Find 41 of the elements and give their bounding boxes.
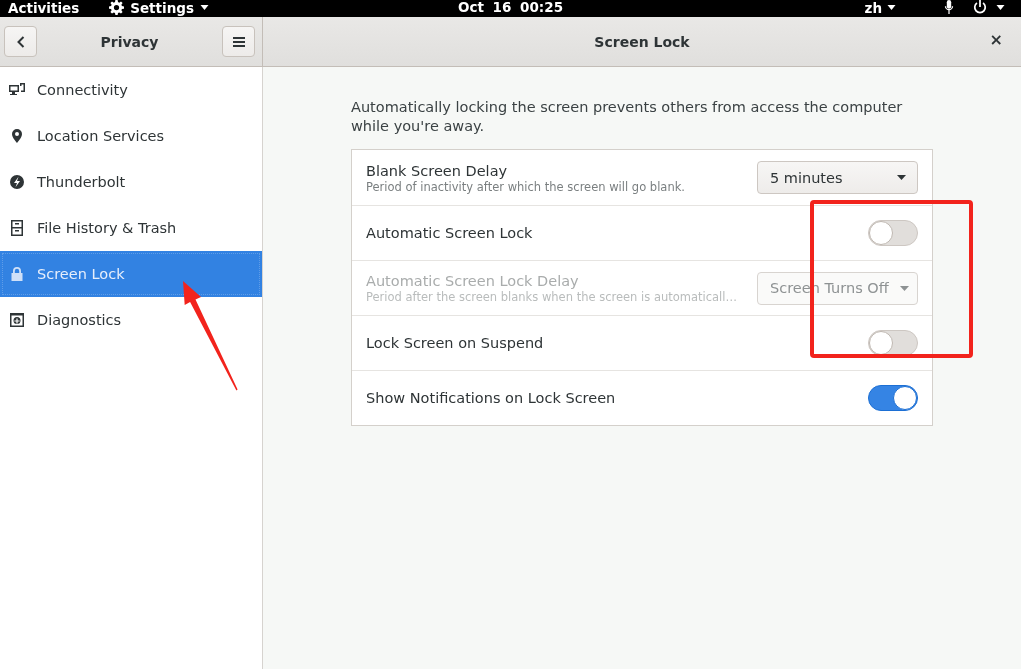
settings-menu-button[interactable]: Settings [101, 0, 209, 15]
monitors-icon [9, 82, 25, 98]
row-subtitle: Period after the screen blanks when the screen is automaticall… [366, 290, 737, 304]
toggle-switch[interactable] [868, 385, 918, 411]
caret-icon [900, 285, 909, 291]
back-button[interactable] [4, 26, 37, 57]
close-button[interactable]: × [985, 30, 1007, 50]
sidebar-item[interactable]: Location Services [0, 113, 262, 159]
row-title: Show Notifications on Lock Screen [366, 389, 616, 407]
lightning-bolt-icon [9, 174, 25, 190]
caret-icon [897, 175, 906, 180]
diagnostics-icon [9, 312, 25, 328]
row-title: Automatic Screen Lock [366, 224, 533, 242]
caret-icon [199, 5, 209, 10]
power-icon[interactable] [973, 0, 987, 14]
toggle-switch[interactable] [868, 330, 918, 356]
row-title: Lock Screen on Suspend [366, 334, 544, 352]
sidebar-item[interactable]: Connectivity [0, 67, 262, 113]
row-subtitle: Period of inactivity after which the screen will go blank. [366, 179, 685, 194]
input-source-button[interactable]: zh [856, 0, 896, 15]
row-title: Automatic Screen Lock Delay [366, 272, 579, 290]
dropdown-button[interactable]: 5 minutes [757, 161, 918, 194]
sidebar-item[interactable]: Thunderbolt [0, 159, 262, 205]
menu-button[interactable] [222, 26, 255, 57]
sidebar-title: Privacy [100, 33, 159, 50]
sidebar-item[interactable]: Diagnostics [0, 297, 262, 343]
menu-icon [232, 36, 245, 47]
microphone-icon[interactable] [944, 0, 954, 14]
row-title: Blank Screen Delay [366, 161, 508, 180]
toggle-switch[interactable] [868, 220, 918, 246]
description-text: Automatically locking the screen prevents others from access the computer while you're away. [351, 98, 904, 136]
location-pin-icon [9, 128, 25, 144]
panel-title: Screen Lock [594, 33, 690, 50]
activities-button[interactable]: Activities [0, 0, 80, 15]
caret-icon[interactable] [996, 5, 1005, 10]
padlock-icon [9, 266, 25, 282]
gear-icon [109, 0, 125, 15]
sidebar-item[interactable]: File History & Trash [0, 205, 262, 251]
caret-icon [887, 5, 896, 10]
file-cabinet-icon [9, 220, 25, 236]
clock[interactable]: Oct 16 00:25 [457, 0, 564, 14]
